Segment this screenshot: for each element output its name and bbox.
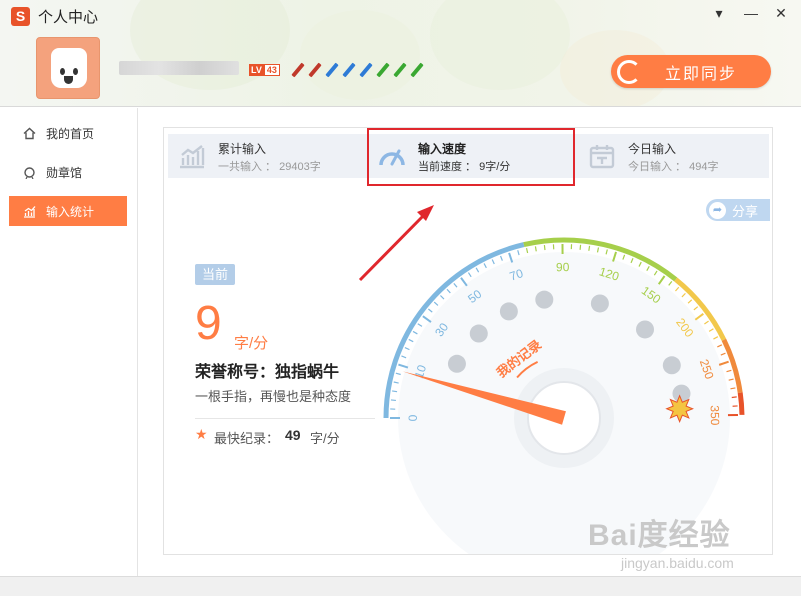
current-speed-value: 9 xyxy=(195,297,222,350)
star-icon: ★ xyxy=(195,426,208,442)
medal-icon xyxy=(22,165,36,179)
honor-description: 一根手指，再慢也是种态度 xyxy=(195,389,352,404)
minimize-button[interactable]: — xyxy=(741,4,761,22)
level-number: 43 xyxy=(263,64,280,76)
honor-title: 荣誉称号：独指蜗牛 xyxy=(195,364,340,381)
best-record-unit: 字/分 xyxy=(310,431,340,446)
pen-badge-icon xyxy=(290,62,305,78)
sync-now-button[interactable]: 立即同步 xyxy=(611,55,771,88)
watermark-logo: Bai度经验 xyxy=(588,519,731,552)
pen-badges xyxy=(290,62,424,78)
status-bar xyxy=(0,576,801,596)
best-record-value: 49 xyxy=(285,427,301,443)
watermark-url: jingyan.baidu.com xyxy=(621,555,734,571)
header: S 个人中心 ▾ — ✕ LV 43 立即同步 xyxy=(0,0,801,107)
window-title: 个人中心 xyxy=(38,9,99,26)
level-badge: LV 43 xyxy=(249,64,280,76)
sidebar-item-medals[interactable]: 勋章馆 xyxy=(9,157,127,187)
current-badge: 当前 xyxy=(195,264,235,285)
avatar-eye xyxy=(60,68,65,75)
sidebar-item-label: 输入统计 xyxy=(46,204,95,219)
sidebar-item-label: 勋章馆 xyxy=(46,165,83,180)
pen-badge-icon xyxy=(307,62,322,78)
sidebar: 我的首页 勋章馆 输入统计 xyxy=(0,108,138,576)
pen-badge-icon xyxy=(409,62,424,78)
app-logo-icon: S xyxy=(11,7,30,26)
close-button[interactable]: ✕ xyxy=(771,4,791,22)
sidebar-item-home[interactable]: 我的首页 xyxy=(9,118,127,148)
current-speed-unit: 字/分 xyxy=(234,335,269,352)
avatar-eye xyxy=(73,68,78,75)
sidebar-item-input-stats[interactable]: 输入统计 xyxy=(9,196,127,226)
pen-badge-icon xyxy=(375,62,390,78)
sync-button-label: 立即同步 xyxy=(665,65,738,83)
pen-badge-icon xyxy=(341,62,356,78)
best-record-label: 最快纪录： xyxy=(214,431,280,446)
avatar-face xyxy=(51,48,87,88)
pen-badge-icon xyxy=(392,62,407,78)
pen-badge-icon xyxy=(324,62,339,78)
divider xyxy=(195,418,375,419)
home-icon xyxy=(22,126,36,140)
avatar[interactable] xyxy=(36,37,100,99)
username-blurred xyxy=(119,61,239,75)
stats-icon xyxy=(22,204,36,218)
input-stats-panel: 累计输入 一共输入 ： 29403字 输入速度 当前速度 ： 9字/分 今日输入… xyxy=(163,127,773,555)
menu-dropdown-icon[interactable]: ▾ xyxy=(709,4,729,22)
sync-icon xyxy=(617,59,641,84)
avatar-mouth xyxy=(64,76,73,84)
pen-badge-icon xyxy=(358,62,373,78)
sidebar-item-label: 我的首页 xyxy=(46,126,95,141)
level-prefix: LV xyxy=(249,64,264,76)
